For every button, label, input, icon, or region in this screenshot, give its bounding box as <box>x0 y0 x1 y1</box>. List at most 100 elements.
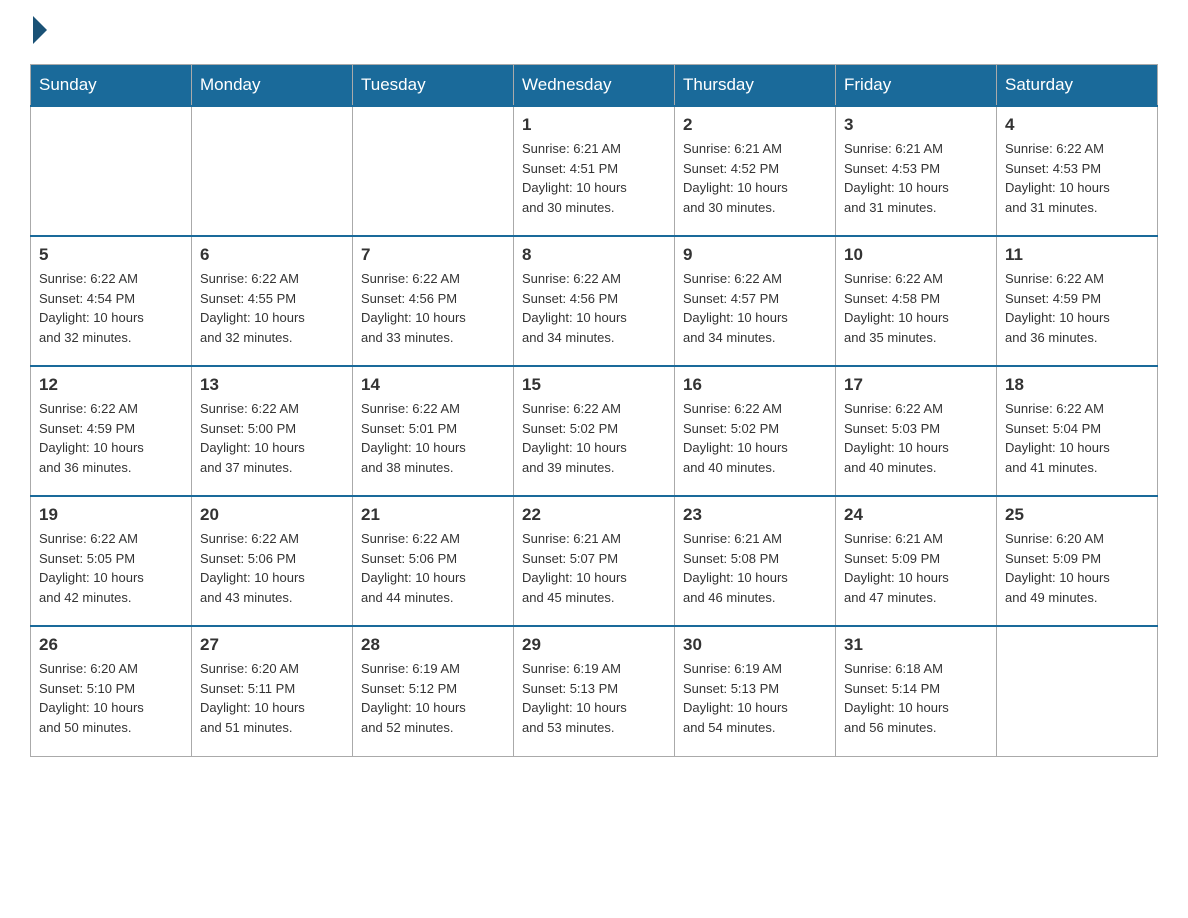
day-number: 7 <box>361 245 505 265</box>
day-info: Sunrise: 6:19 AMSunset: 5:13 PMDaylight:… <box>522 659 666 737</box>
day-number: 9 <box>683 245 827 265</box>
day-info: Sunrise: 6:22 AMSunset: 4:58 PMDaylight:… <box>844 269 988 347</box>
day-info: Sunrise: 6:22 AMSunset: 5:04 PMDaylight:… <box>1005 399 1149 477</box>
day-info: Sunrise: 6:22 AMSunset: 5:03 PMDaylight:… <box>844 399 988 477</box>
day-number: 21 <box>361 505 505 525</box>
day-number: 19 <box>39 505 183 525</box>
calendar-cell: 31 Sunrise: 6:18 AMSunset: 5:14 PMDayligh… <box>836 626 997 756</box>
day-number: 28 <box>361 635 505 655</box>
day-info: Sunrise: 6:22 AMSunset: 4:55 PMDaylight:… <box>200 269 344 347</box>
day-info: Sunrise: 6:21 AMSunset: 4:51 PMDaylight:… <box>522 139 666 217</box>
calendar-cell: 21 Sunrise: 6:22 AMSunset: 5:06 PMDayligh… <box>353 496 514 626</box>
day-info: Sunrise: 6:21 AMSunset: 4:53 PMDaylight:… <box>844 139 988 217</box>
calendar-cell: 10 Sunrise: 6:22 AMSunset: 4:58 PMDayligh… <box>836 236 997 366</box>
calendar-table: SundayMondayTuesdayWednesdayThursdayFrid… <box>30 64 1158 757</box>
day-number: 1 <box>522 115 666 135</box>
day-info: Sunrise: 6:22 AMSunset: 5:06 PMDaylight:… <box>361 529 505 607</box>
calendar-cell: 25Sunrise: 6:20 AMSunset: 5:09 PMDayligh… <box>997 496 1158 626</box>
day-number: 13 <box>200 375 344 395</box>
day-number: 23 <box>683 505 827 525</box>
calendar-cell <box>31 106 192 236</box>
day-number: 29 <box>522 635 666 655</box>
day-header-saturday: Saturday <box>997 65 1158 107</box>
day-info: Sunrise: 6:22 AMSunset: 5:02 PMDaylight:… <box>522 399 666 477</box>
day-number: 8 <box>522 245 666 265</box>
day-info: Sunrise: 6:20 AMSunset: 5:09 PMDaylight:… <box>1005 529 1149 607</box>
day-info: Sunrise: 6:22 AMSunset: 4:54 PMDaylight:… <box>39 269 183 347</box>
day-number: 31 <box>844 635 988 655</box>
day-number: 2 <box>683 115 827 135</box>
day-header-sunday: Sunday <box>31 65 192 107</box>
calendar-week-2: 5 Sunrise: 6:22 AMSunset: 4:54 PMDaylight… <box>31 236 1158 366</box>
day-header-monday: Monday <box>192 65 353 107</box>
calendar-cell: 6 Sunrise: 6:22 AMSunset: 4:55 PMDaylight… <box>192 236 353 366</box>
day-number: 24 <box>844 505 988 525</box>
day-info: Sunrise: 6:19 AMSunset: 5:12 PMDaylight:… <box>361 659 505 737</box>
calendar-cell: 2Sunrise: 6:21 AMSunset: 4:52 PMDaylight… <box>675 106 836 236</box>
day-header-thursday: Thursday <box>675 65 836 107</box>
calendar-cell: 30 Sunrise: 6:19 AMSunset: 5:13 PMDayligh… <box>675 626 836 756</box>
day-header-tuesday: Tuesday <box>353 65 514 107</box>
calendar-cell: 13 Sunrise: 6:22 AMSunset: 5:00 PMDayligh… <box>192 366 353 496</box>
day-info: Sunrise: 6:22 AMSunset: 4:56 PMDaylight:… <box>361 269 505 347</box>
calendar-cell: 28 Sunrise: 6:19 AMSunset: 5:12 PMDayligh… <box>353 626 514 756</box>
day-number: 14 <box>361 375 505 395</box>
day-number: 30 <box>683 635 827 655</box>
day-info: Sunrise: 6:22 AMSunset: 5:00 PMDaylight:… <box>200 399 344 477</box>
calendar-cell: 5 Sunrise: 6:22 AMSunset: 4:54 PMDaylight… <box>31 236 192 366</box>
day-info: Sunrise: 6:22 AMSunset: 4:59 PMDaylight:… <box>39 399 183 477</box>
calendar-cell: 1 Sunrise: 6:21 AMSunset: 4:51 PMDaylight… <box>514 106 675 236</box>
day-number: 10 <box>844 245 988 265</box>
calendar-cell: 19 Sunrise: 6:22 AMSunset: 5:05 PMDayligh… <box>31 496 192 626</box>
day-info: Sunrise: 6:22 AMSunset: 5:05 PMDaylight:… <box>39 529 183 607</box>
day-number: 11 <box>1005 245 1149 265</box>
day-number: 22 <box>522 505 666 525</box>
calendar-cell: 20 Sunrise: 6:22 AMSunset: 5:06 PMDayligh… <box>192 496 353 626</box>
day-number: 18 <box>1005 375 1149 395</box>
day-header-friday: Friday <box>836 65 997 107</box>
day-info: Sunrise: 6:19 AMSunset: 5:13 PMDaylight:… <box>683 659 827 737</box>
day-number: 6 <box>200 245 344 265</box>
day-info: Sunrise: 6:22 AMSunset: 4:53 PMDaylight:… <box>1005 139 1149 217</box>
day-number: 16 <box>683 375 827 395</box>
day-info: Sunrise: 6:22 AMSunset: 5:06 PMDaylight:… <box>200 529 344 607</box>
calendar-cell <box>192 106 353 236</box>
day-info: Sunrise: 6:20 AMSunset: 5:11 PMDaylight:… <box>200 659 344 737</box>
calendar-cell: 9 Sunrise: 6:22 AMSunset: 4:57 PMDaylight… <box>675 236 836 366</box>
logo <box>30 20 47 44</box>
calendar-cell: 23Sunrise: 6:21 AMSunset: 5:08 PMDayligh… <box>675 496 836 626</box>
day-info: Sunrise: 6:22 AMSunset: 5:01 PMDaylight:… <box>361 399 505 477</box>
calendar-cell: 16Sunrise: 6:22 AMSunset: 5:02 PMDayligh… <box>675 366 836 496</box>
calendar-cell: 12 Sunrise: 6:22 AMSunset: 4:59 PMDayligh… <box>31 366 192 496</box>
day-number: 5 <box>39 245 183 265</box>
day-info: Sunrise: 6:22 AMSunset: 4:59 PMDaylight:… <box>1005 269 1149 347</box>
day-number: 4 <box>1005 115 1149 135</box>
day-info: Sunrise: 6:20 AMSunset: 5:10 PMDaylight:… <box>39 659 183 737</box>
day-number: 15 <box>522 375 666 395</box>
calendar-cell: 7 Sunrise: 6:22 AMSunset: 4:56 PMDaylight… <box>353 236 514 366</box>
calendar-cell <box>997 626 1158 756</box>
day-info: Sunrise: 6:21 AMSunset: 5:07 PMDaylight:… <box>522 529 666 607</box>
calendar-header: SundayMondayTuesdayWednesdayThursdayFrid… <box>31 65 1158 107</box>
day-info: Sunrise: 6:18 AMSunset: 5:14 PMDaylight:… <box>844 659 988 737</box>
calendar-cell: 17 Sunrise: 6:22 AMSunset: 5:03 PMDayligh… <box>836 366 997 496</box>
day-info: Sunrise: 6:21 AMSunset: 5:09 PMDaylight:… <box>844 529 988 607</box>
day-number: 17 <box>844 375 988 395</box>
day-number: 20 <box>200 505 344 525</box>
calendar-cell: 26 Sunrise: 6:20 AMSunset: 5:10 PMDayligh… <box>31 626 192 756</box>
calendar-cell: 11 Sunrise: 6:22 AMSunset: 4:59 PMDayligh… <box>997 236 1158 366</box>
calendar-body: 1 Sunrise: 6:21 AMSunset: 4:51 PMDaylight… <box>31 106 1158 756</box>
calendar-cell: 3 Sunrise: 6:21 AMSunset: 4:53 PMDaylight… <box>836 106 997 236</box>
day-number: 12 <box>39 375 183 395</box>
calendar-cell <box>353 106 514 236</box>
calendar-cell: 24 Sunrise: 6:21 AMSunset: 5:09 PMDayligh… <box>836 496 997 626</box>
day-number: 26 <box>39 635 183 655</box>
calendar-week-1: 1 Sunrise: 6:21 AMSunset: 4:51 PMDaylight… <box>31 106 1158 236</box>
page-header <box>30 20 1158 44</box>
calendar-week-3: 12 Sunrise: 6:22 AMSunset: 4:59 PMDayligh… <box>31 366 1158 496</box>
day-info: Sunrise: 6:22 AMSunset: 4:57 PMDaylight:… <box>683 269 827 347</box>
day-number: 3 <box>844 115 988 135</box>
calendar-cell: 18 Sunrise: 6:22 AMSunset: 5:04 PMDayligh… <box>997 366 1158 496</box>
calendar-week-4: 19 Sunrise: 6:22 AMSunset: 5:05 PMDayligh… <box>31 496 1158 626</box>
day-info: Sunrise: 6:22 AMSunset: 4:56 PMDaylight:… <box>522 269 666 347</box>
